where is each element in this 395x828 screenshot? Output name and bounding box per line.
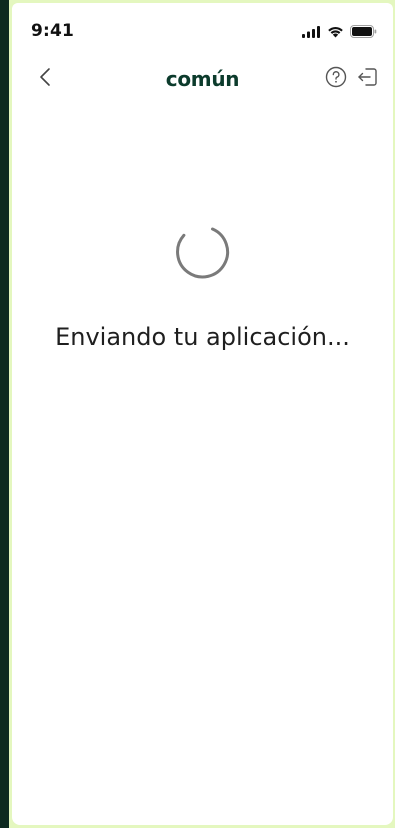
status-time: 9:41 <box>31 21 75 41</box>
status-icons <box>302 25 377 38</box>
cellular-signal-icon <box>302 25 320 38</box>
logout-icon[interactable] <box>355 64 381 90</box>
question-circle-icon[interactable] <box>323 64 349 90</box>
loading-spinner-icon <box>176 227 230 279</box>
battery-icon <box>350 25 377 38</box>
wifi-icon <box>328 26 343 37</box>
app-screen: 9:41 común Enviando tu aplicación... <box>12 3 393 825</box>
status-bar: 9:41 <box>12 3 393 55</box>
device-frame: 9:41 común Enviando tu aplicación... <box>9 0 395 828</box>
top-nav: común <box>12 55 393 105</box>
status-message: Enviando tu aplicación... <box>55 323 350 351</box>
